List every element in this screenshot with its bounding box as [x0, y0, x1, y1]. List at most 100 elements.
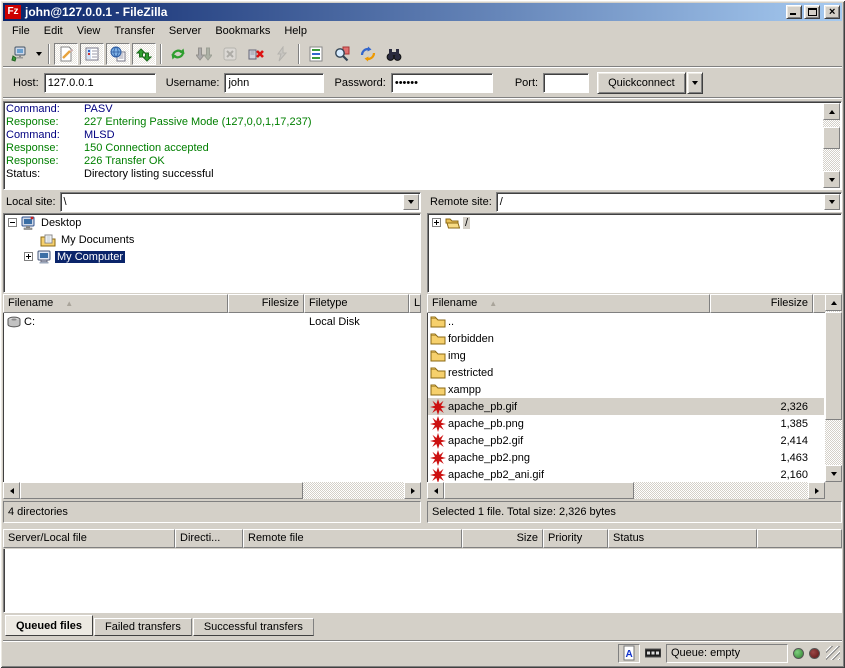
- column-header-filesize[interactable]: Filesize: [710, 294, 813, 313]
- titlebar[interactable]: Fz john@127.0.0.1 - FileZilla ×: [3, 3, 842, 21]
- column-header-remote-file[interactable]: Remote file: [243, 529, 462, 548]
- maximize-button[interactable]: [804, 5, 820, 19]
- column-header-filename[interactable]: Filename▲: [3, 294, 228, 313]
- remote-horizontal-scrollbar[interactable]: [427, 482, 825, 499]
- local-list-header: Filename▲ Filesize Filetype L: [3, 294, 421, 313]
- combo-dropdown-icon[interactable]: [403, 194, 419, 210]
- tab-queued-files[interactable]: Queued files: [5, 615, 93, 636]
- column-header-filename[interactable]: Filename▲: [427, 294, 710, 313]
- filter-button[interactable]: [304, 43, 328, 65]
- tree-item-desktop[interactable]: Desktop: [4, 214, 420, 231]
- site-manager-dropdown[interactable]: [32, 43, 45, 65]
- scroll-up-button[interactable]: [823, 103, 840, 120]
- remote-dir-row[interactable]: img: [428, 347, 824, 364]
- remote-file-row[interactable]: apache_pb2.gif2,414: [428, 432, 824, 449]
- toggle-message-log-button[interactable]: [54, 43, 78, 65]
- expand-icon[interactable]: [432, 218, 441, 227]
- scrollbar-thumb[interactable]: [20, 482, 303, 499]
- menu-transfer[interactable]: Transfer: [107, 23, 162, 39]
- column-header-filetype[interactable]: Filetype: [304, 294, 409, 313]
- process-queue-button[interactable]: [192, 43, 216, 65]
- tree-item-my-documents[interactable]: My Documents: [4, 231, 420, 248]
- password-input[interactable]: [391, 73, 493, 93]
- quickconnect-dropdown[interactable]: [687, 72, 703, 94]
- find-files-button[interactable]: [382, 43, 406, 65]
- disconnect-button[interactable]: [244, 43, 268, 65]
- scrollbar-thumb[interactable]: [444, 482, 634, 499]
- scroll-right-button[interactable]: [808, 482, 825, 499]
- menu-edit[interactable]: Edit: [37, 23, 70, 39]
- local-site-combobox[interactable]: \: [60, 192, 421, 212]
- port-input[interactable]: [543, 73, 589, 93]
- resize-grip[interactable]: [826, 646, 840, 660]
- column-header-server-local-file[interactable]: Server/Local file: [3, 529, 175, 548]
- scroll-left-button[interactable]: [3, 482, 20, 499]
- remote-dir-row[interactable]: xampp: [428, 381, 824, 398]
- menu-file[interactable]: File: [5, 23, 37, 39]
- local-status-text: 4 directories: [3, 501, 421, 523]
- image-file-icon: [430, 433, 446, 449]
- cancel-operation-button[interactable]: [218, 43, 242, 65]
- queue-list[interactable]: [3, 549, 842, 613]
- reconnect-button[interactable]: [270, 43, 294, 65]
- username-input[interactable]: [224, 73, 324, 93]
- remote-vertical-scrollbar[interactable]: [825, 294, 842, 482]
- image-file-icon: [430, 416, 446, 432]
- remote-file-row[interactable]: apache_pb2.png1,463: [428, 449, 824, 466]
- scroll-left-button[interactable]: [427, 482, 444, 499]
- expand-icon[interactable]: [24, 252, 33, 261]
- toggle-local-tree-button[interactable]: [80, 43, 104, 65]
- remote-file-row[interactable]: apache_pb.png1,385: [428, 415, 824, 432]
- log-line: Response:150 Connection accepted: [6, 142, 821, 155]
- queue-header: Server/Local file Directi... Remote file…: [3, 529, 842, 549]
- scroll-right-button[interactable]: [404, 482, 421, 499]
- menu-server[interactable]: Server: [162, 23, 208, 39]
- remote-dir-row[interactable]: restricted: [428, 364, 824, 381]
- remote-site-combobox[interactable]: /: [496, 192, 842, 212]
- column-header-direction[interactable]: Directi...: [175, 529, 243, 548]
- column-header-size[interactable]: Size: [462, 529, 543, 548]
- refresh-button[interactable]: [166, 43, 190, 65]
- tab-successful-transfers[interactable]: Successful transfers: [193, 618, 314, 636]
- combo-dropdown-icon[interactable]: [824, 194, 840, 210]
- scroll-down-button[interactable]: [825, 465, 842, 482]
- synchronized-browsing-button[interactable]: [356, 43, 380, 65]
- tree-item-my-computer[interactable]: My Computer: [4, 248, 420, 265]
- host-input[interactable]: [44, 73, 156, 93]
- toolbar-separator: [298, 44, 300, 64]
- column-header-filesize[interactable]: Filesize: [228, 294, 304, 313]
- toggle-remote-tree-button[interactable]: [106, 43, 130, 65]
- remote-file-row-selected[interactable]: apache_pb.gif2,326: [428, 398, 824, 415]
- tab-failed-transfers[interactable]: Failed transfers: [94, 618, 192, 636]
- quickconnect-button[interactable]: Quickconnect: [597, 72, 686, 94]
- column-header-lastmodified[interactable]: L: [409, 294, 421, 313]
- image-file-icon: [430, 467, 446, 483]
- image-file-icon: [430, 399, 446, 415]
- remote-dir-row[interactable]: ..: [428, 313, 824, 330]
- column-header-priority[interactable]: Priority: [543, 529, 608, 548]
- local-horizontal-scrollbar[interactable]: [3, 482, 421, 499]
- minimize-button[interactable]: [786, 5, 802, 19]
- directory-comparison-button[interactable]: [330, 43, 354, 65]
- menu-view[interactable]: View: [70, 23, 108, 39]
- column-header-stub: [757, 529, 842, 548]
- scrollbar-thumb[interactable]: [823, 127, 840, 149]
- close-button[interactable]: ×: [824, 5, 840, 19]
- queue-size-panel: Queue: empty: [666, 644, 788, 663]
- column-header-status[interactable]: Status: [608, 529, 757, 548]
- scroll-up-button[interactable]: [825, 294, 842, 311]
- site-manager-button[interactable]: [7, 43, 31, 65]
- toolbar: [3, 41, 842, 68]
- menu-bookmarks[interactable]: Bookmarks: [208, 23, 277, 39]
- log-scrollbar[interactable]: [823, 103, 840, 188]
- local-file-row[interactable]: C: Local Disk: [4, 313, 420, 330]
- folder-icon: [430, 348, 446, 364]
- collapse-icon[interactable]: [8, 218, 17, 227]
- tree-item-root[interactable]: /: [428, 214, 841, 231]
- scroll-down-button[interactable]: [823, 171, 840, 188]
- scrollbar-thumb[interactable]: [825, 312, 842, 420]
- remote-dir-row[interactable]: forbidden: [428, 330, 824, 347]
- menu-help[interactable]: Help: [277, 23, 314, 39]
- remote-file-row[interactable]: apache_pb2_ani.gif2,160: [428, 466, 824, 482]
- toggle-transfer-queue-button[interactable]: [132, 43, 156, 65]
